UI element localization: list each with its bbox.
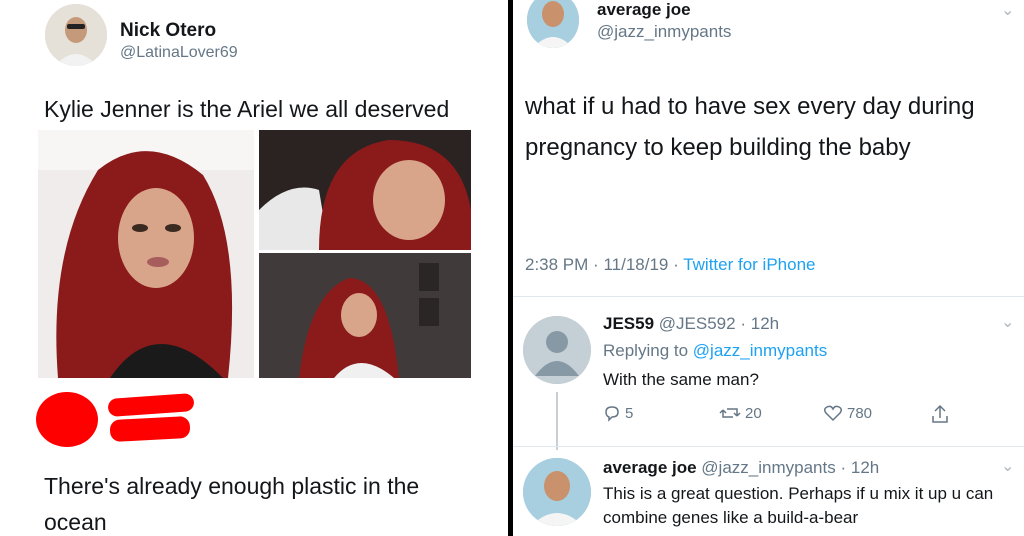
redacted-avatar xyxy=(36,392,98,447)
profile-photo-icon xyxy=(45,4,107,66)
reply-age: 12h xyxy=(850,458,880,477)
portrait-image xyxy=(259,130,471,250)
share-icon xyxy=(932,404,948,423)
heart-icon xyxy=(823,405,843,422)
tweet-date: 11/18/19 xyxy=(603,255,669,274)
display-name[interactable]: JES59 xyxy=(603,314,654,333)
retweet-count: 20 xyxy=(745,404,762,422)
retweet-button[interactable]: 20 xyxy=(719,404,762,422)
meta-separator: · xyxy=(840,458,847,477)
separator-line xyxy=(513,446,1024,447)
profile-photo-icon xyxy=(523,458,591,526)
left-tweet-panel: Nick Otero @LatinaLover69 Kylie Jenner i… xyxy=(0,0,508,536)
share-button[interactable] xyxy=(931,404,949,424)
right-tweet-panel: average joe @jazz_inmypants ⌄ what if u … xyxy=(513,0,1024,536)
meta-separator: · xyxy=(740,314,746,333)
tweet-photo-top-right[interactable] xyxy=(259,130,471,250)
portrait-image xyxy=(38,130,254,378)
user-handle[interactable]: @jazz_inmypants xyxy=(701,458,835,477)
reply-text: With the same man? xyxy=(603,370,759,389)
profile-photo-icon xyxy=(527,0,579,48)
reply-header: average joe @jazz_inmypants · 12h xyxy=(603,458,879,478)
separator-line xyxy=(513,296,1024,297)
reply-age: 12h xyxy=(750,314,780,333)
meta-separator: · xyxy=(593,255,599,274)
meta-separator: · xyxy=(673,255,679,274)
reply-button[interactable]: 5 xyxy=(603,404,633,422)
tweet-photo-main[interactable] xyxy=(38,130,254,378)
user-handle[interactable]: @LatinaLover69 xyxy=(120,44,238,62)
like-button[interactable]: 780 xyxy=(823,404,872,422)
display-name[interactable]: average joe xyxy=(603,458,697,477)
chevron-down-icon[interactable]: ⌄ xyxy=(1001,0,1014,20)
reply-header: JES59 @JES592 · 12h xyxy=(603,314,779,334)
user-handle[interactable]: @JES592 xyxy=(659,314,736,333)
portrait-image xyxy=(259,253,471,378)
avatar[interactable] xyxy=(527,0,579,48)
replying-to-link[interactable]: @jazz_inmypants xyxy=(693,341,827,360)
tweet-meta: 2:38 PM · 11/18/19 · Twitter for iPhone xyxy=(525,255,815,275)
tweet-photo-bottom-right[interactable] xyxy=(259,253,471,378)
chevron-down-icon[interactable]: ⌄ xyxy=(1001,456,1014,476)
display-name[interactable]: Nick Otero xyxy=(120,20,216,42)
reply-text: This is a great question. Perhaps if u m… xyxy=(603,484,994,527)
tweet-time: 2:38 PM xyxy=(525,255,589,274)
redacted-name xyxy=(107,393,195,417)
replying-prefix: Replying to xyxy=(603,341,689,360)
avatar[interactable] xyxy=(45,4,107,66)
reply-icon xyxy=(605,406,619,422)
replying-to: Replying to @jazz_inmypants xyxy=(603,341,827,361)
reply-text: There's already enough plastic in the oc… xyxy=(44,473,420,535)
tweet-text: Kylie Jenner is the Ariel we all deserve… xyxy=(44,96,450,122)
avatar[interactable] xyxy=(523,458,591,526)
chevron-down-icon[interactable]: ⌄ xyxy=(1001,312,1014,332)
retweet-icon xyxy=(719,408,741,418)
user-handle[interactable]: @jazz_inmypants xyxy=(597,22,731,42)
avatar-default[interactable] xyxy=(523,316,591,384)
tweet-source[interactable]: Twitter for iPhone xyxy=(683,255,815,274)
tweet-text: what if u had to have sex every day duri… xyxy=(525,93,975,161)
thread-line xyxy=(556,392,558,450)
reply-count: 5 xyxy=(625,404,634,422)
redacted-handle xyxy=(109,415,191,443)
like-count: 780 xyxy=(847,404,873,422)
display-name[interactable]: average joe xyxy=(597,0,691,20)
default-profile-icon xyxy=(523,316,591,384)
